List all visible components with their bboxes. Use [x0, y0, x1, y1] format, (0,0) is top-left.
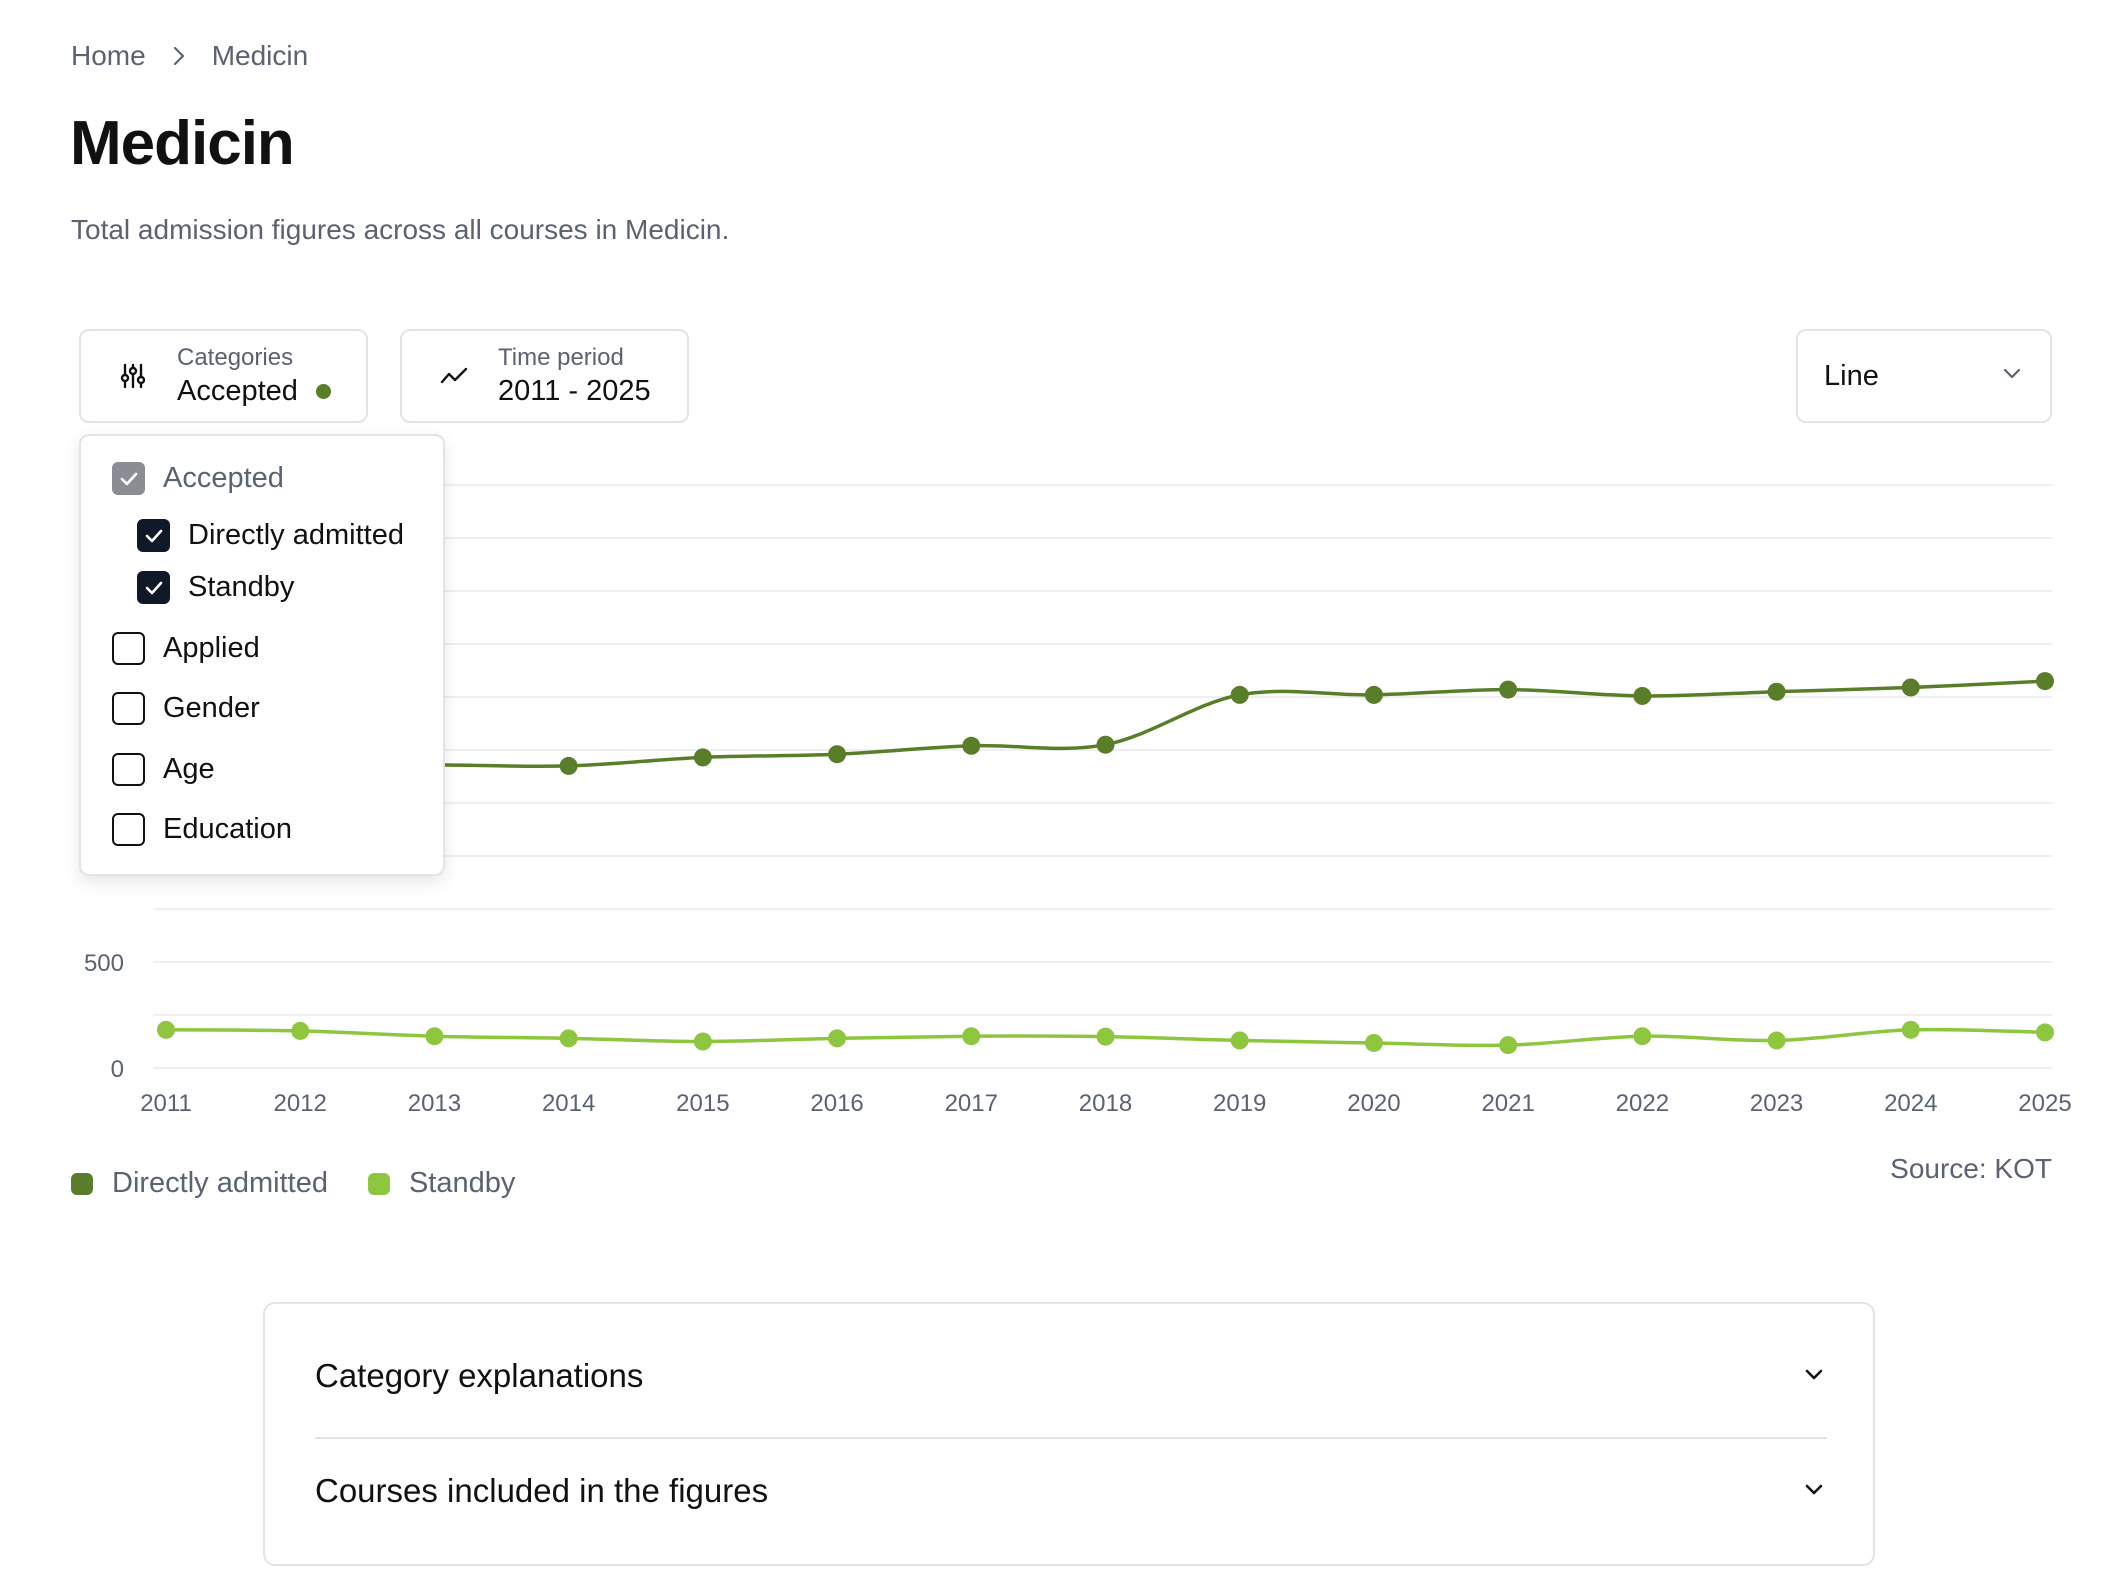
data-point-standby	[1096, 1027, 1115, 1046]
x-tick-label: 2021	[1481, 1090, 1534, 1117]
y-tick-label: 0	[111, 1056, 124, 1083]
checkbox-age[interactable]	[112, 753, 145, 786]
option-label-directly-admitted: Directly admitted	[188, 519, 404, 551]
data-point-standby	[1230, 1031, 1249, 1050]
x-tick-label: 2018	[1079, 1090, 1132, 1117]
legend-item-standby[interactable]: Standby	[367, 1167, 516, 1200]
option-age[interactable]: Age	[112, 753, 215, 786]
option-label-age: Age	[163, 753, 215, 785]
x-tick-label: 2025	[2018, 1090, 2071, 1117]
data-point-directly-admitted	[1230, 685, 1249, 704]
data-point-standby	[425, 1027, 444, 1046]
option-label-education: Education	[163, 813, 292, 845]
option-gender[interactable]: Gender	[112, 692, 260, 725]
data-point-standby	[828, 1029, 847, 1048]
option-directly-admitted[interactable]: Directly admitted	[137, 519, 404, 552]
x-tick-label: 2019	[1213, 1090, 1266, 1117]
accordion-title-category-explanations: Category explanations	[315, 1357, 644, 1394]
checkbox-accepted[interactable]	[112, 462, 145, 495]
checkbox-directly-admitted[interactable]	[137, 519, 170, 552]
option-accepted[interactable]: Accepted	[112, 462, 284, 495]
data-point-directly-admitted	[1499, 680, 1518, 699]
data-point-standby	[1499, 1036, 1518, 1055]
data-point-standby	[962, 1027, 981, 1046]
data-point-directly-admitted	[828, 745, 847, 764]
data-point-directly-admitted	[1096, 735, 1115, 754]
data-point-standby	[1901, 1020, 1920, 1039]
data-point-directly-admitted	[1767, 682, 1786, 701]
data-point-standby	[2036, 1023, 2054, 1042]
option-label-gender: Gender	[163, 692, 260, 724]
info-accordion: Category explanations Courses included i…	[263, 1302, 1875, 1566]
checkbox-standby[interactable]	[137, 571, 170, 604]
x-tick-label: 2014	[542, 1090, 595, 1117]
checkbox-applied[interactable]	[112, 632, 145, 665]
categories-dropdown: Accepted Directly admitted Standby Appli…	[79, 434, 445, 876]
option-education[interactable]: Education	[112, 813, 292, 846]
x-tick-label: 2022	[1616, 1090, 1669, 1117]
accordion-divider	[315, 1437, 1827, 1439]
legend-label-directly-admitted: Directly admitted	[112, 1167, 328, 1199]
data-point-directly-admitted	[1364, 685, 1383, 704]
data-point-standby	[291, 1021, 310, 1040]
checkbox-gender[interactable]	[112, 692, 145, 725]
legend-item-directly-admitted[interactable]: Directly admitted	[71, 1167, 328, 1200]
accordion-courses-included[interactable]: Courses included in the figures	[315, 1461, 1827, 1521]
x-tick-label: 2017	[945, 1090, 998, 1117]
chevron-down-icon	[1801, 1472, 1827, 1510]
data-point-standby	[1767, 1031, 1786, 1050]
x-tick-label: 2020	[1347, 1090, 1400, 1117]
x-tick-label: 2024	[1884, 1090, 1937, 1117]
option-applied[interactable]: Applied	[112, 632, 260, 665]
x-tick-label: 2013	[408, 1090, 461, 1117]
data-point-directly-admitted	[693, 748, 712, 767]
data-point-standby	[693, 1032, 712, 1051]
data-point-directly-admitted	[1633, 686, 1652, 705]
data-point-directly-admitted	[2036, 672, 2054, 691]
data-point-directly-admitted	[962, 736, 981, 755]
source-note: Source: KOT	[1890, 1153, 2052, 1184]
option-label-accepted: Accepted	[163, 462, 284, 494]
data-point-directly-admitted	[1901, 678, 1920, 697]
data-point-standby	[1364, 1033, 1383, 1052]
x-tick-label: 2016	[810, 1090, 863, 1117]
checkbox-education[interactable]	[112, 813, 145, 846]
legend-swatch-directly-admitted	[71, 1172, 93, 1195]
option-label-standby: Standby	[188, 571, 295, 603]
option-label-applied: Applied	[163, 632, 260, 664]
x-tick-label: 2011	[140, 1090, 192, 1117]
chart-legend: Directly admitted Standby	[71, 1167, 555, 1200]
accordion-category-explanations[interactable]: Category explanations	[315, 1346, 1827, 1406]
data-point-standby	[157, 1020, 175, 1039]
x-tick-label: 2012	[274, 1090, 327, 1117]
y-tick-label: 500	[84, 950, 124, 977]
data-point-standby	[559, 1029, 578, 1048]
data-point-directly-admitted	[559, 756, 578, 775]
chevron-down-icon	[1801, 1357, 1827, 1395]
x-tick-label: 2015	[676, 1090, 729, 1117]
accordion-title-courses-included: Courses included in the figures	[315, 1472, 769, 1509]
option-standby[interactable]: Standby	[137, 571, 294, 604]
legend-swatch-standby	[367, 1172, 390, 1195]
data-point-standby	[1633, 1027, 1652, 1046]
x-tick-label: 2023	[1750, 1090, 1803, 1117]
legend-label-standby: Standby	[408, 1167, 516, 1199]
